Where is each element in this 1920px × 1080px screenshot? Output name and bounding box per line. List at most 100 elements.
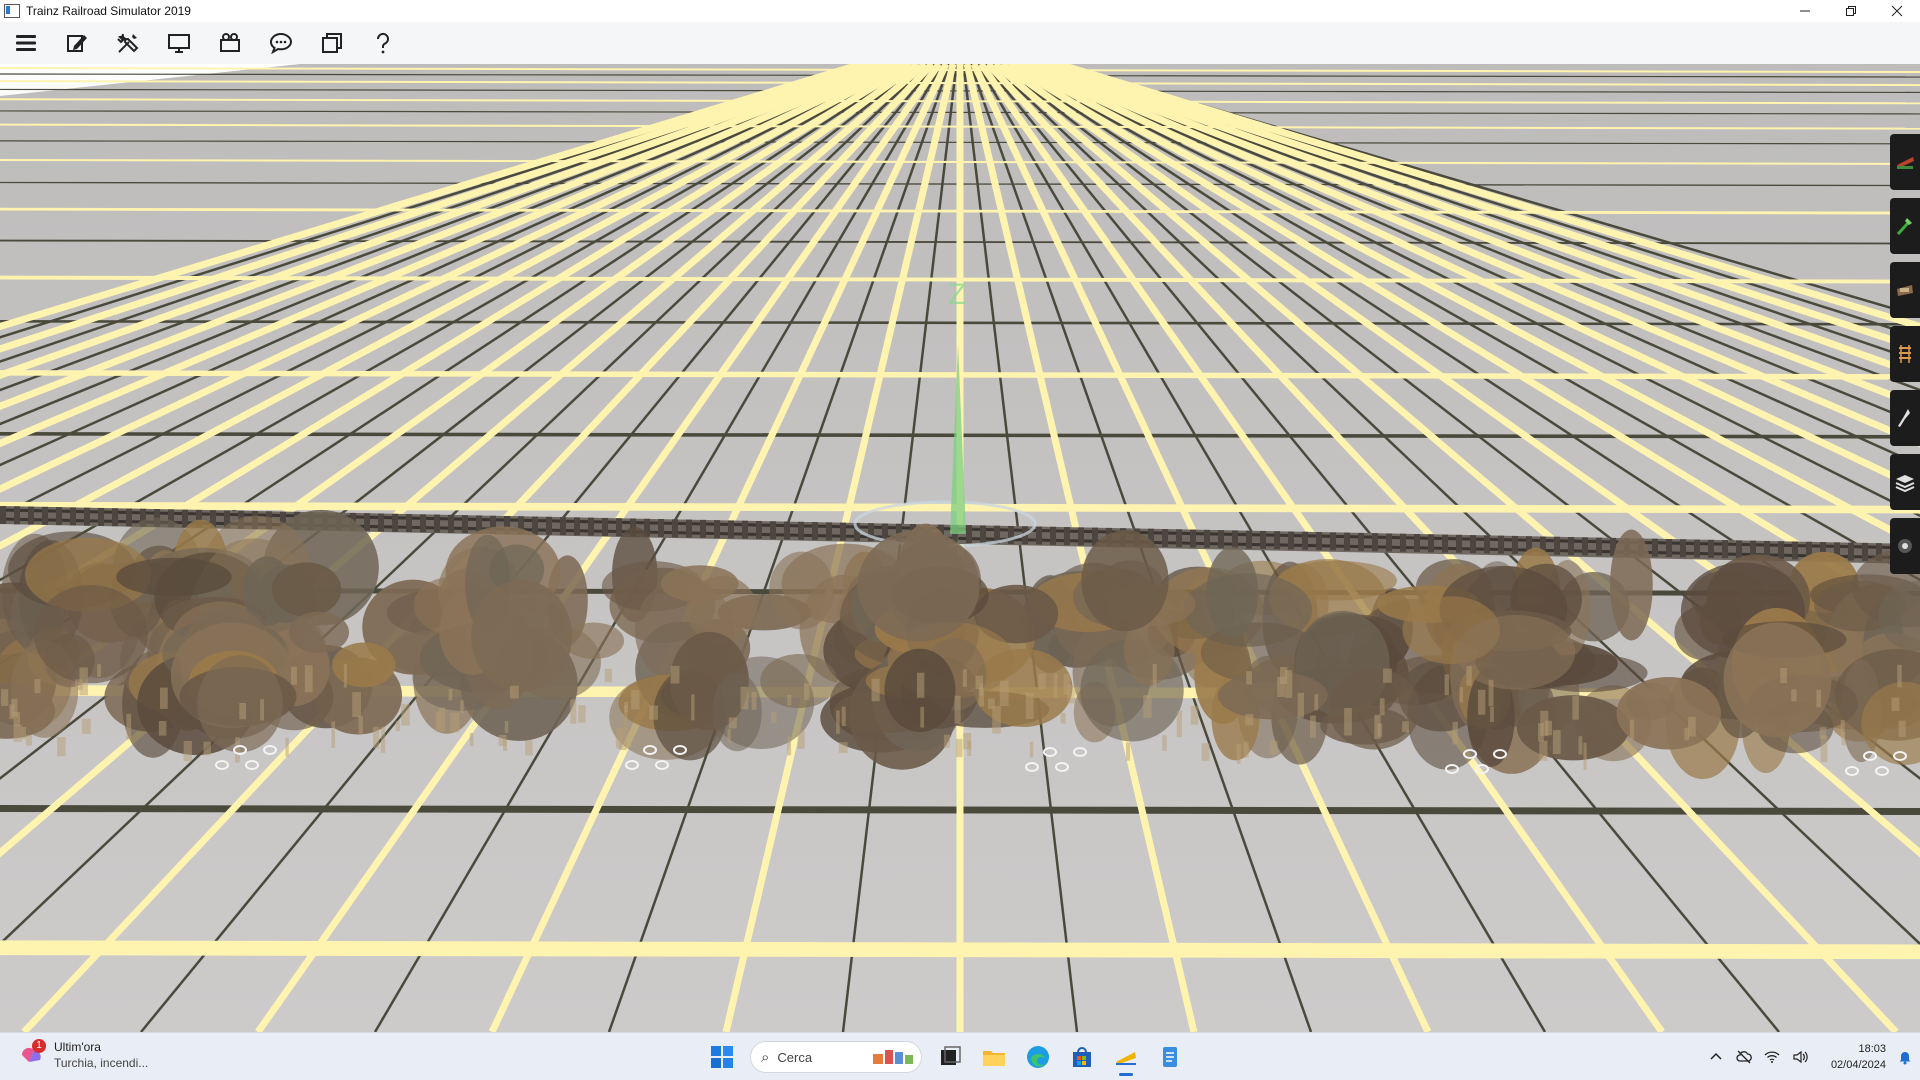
track-sleeper bbox=[126, 508, 132, 527]
bell-icon bbox=[1899, 1052, 1911, 1065]
help-button[interactable] bbox=[357, 22, 408, 64]
dry-grass bbox=[649, 705, 658, 720]
taskbar-clock[interactable]: 18:03 02/04/2024 bbox=[1814, 1041, 1890, 1073]
monitor-icon bbox=[167, 34, 190, 53]
track-sleeper bbox=[42, 506, 48, 525]
dry-grass bbox=[999, 680, 1009, 706]
dry-grass bbox=[1143, 695, 1152, 718]
dry-grass bbox=[1060, 712, 1066, 724]
dry-grass bbox=[1383, 668, 1392, 683]
palette-track-button[interactable] bbox=[1890, 326, 1920, 382]
track-sleeper bbox=[1302, 531, 1308, 550]
news-widget[interactable]: 1 Ultim'ora Turchia, incendi... bbox=[18, 1039, 148, 1071]
dry-grass bbox=[1819, 727, 1827, 739]
track-sleeper bbox=[1386, 533, 1392, 552]
news-subtitle: Turchia, incendi... bbox=[54, 1056, 149, 1070]
dry-grass bbox=[1126, 742, 1131, 761]
edit-button[interactable] bbox=[51, 22, 102, 64]
microsoft-store-button[interactable] bbox=[1060, 1037, 1104, 1077]
track-sleeper bbox=[1442, 534, 1448, 553]
track-sleeper bbox=[532, 516, 538, 535]
dry-grass bbox=[504, 720, 509, 733]
file-explorer-icon bbox=[983, 1051, 1005, 1066]
dry-grass bbox=[57, 737, 66, 757]
start-button[interactable] bbox=[700, 1037, 744, 1077]
menu-button[interactable] bbox=[0, 22, 51, 64]
dry-grass bbox=[1310, 715, 1316, 738]
dry-grass bbox=[25, 734, 32, 746]
dry-grass bbox=[740, 686, 749, 710]
notepad-button[interactable] bbox=[1148, 1037, 1192, 1077]
windows-start-icon bbox=[711, 1046, 733, 1068]
restore-button[interactable] bbox=[1828, 0, 1874, 22]
track-sleeper bbox=[14, 506, 20, 525]
palette-trackmark-button[interactable] bbox=[1890, 390, 1920, 446]
dry-grass bbox=[1243, 741, 1249, 758]
dry-grass bbox=[871, 678, 880, 702]
track-sleeper bbox=[378, 513, 384, 532]
notifications-button[interactable] bbox=[1890, 1033, 1920, 1080]
track-sleeper bbox=[1680, 539, 1686, 558]
onedrive-tray-button[interactable] bbox=[1730, 1033, 1758, 1080]
dry-grass bbox=[787, 736, 792, 756]
track-sleeper bbox=[98, 507, 104, 526]
track-sleeper bbox=[1554, 536, 1560, 555]
dry-grass bbox=[1452, 721, 1458, 745]
tools-button[interactable] bbox=[102, 22, 153, 64]
show-hidden-icons-button[interactable] bbox=[1702, 1033, 1730, 1080]
window-title: Trainz Railroad Simulator 2019 bbox=[26, 4, 191, 18]
palette-layers-button[interactable] bbox=[1890, 454, 1920, 510]
dry-grass bbox=[203, 741, 211, 756]
palette-object-button[interactable] bbox=[1890, 262, 1920, 318]
dry-grass bbox=[285, 737, 289, 757]
camera-button[interactable] bbox=[204, 22, 255, 64]
restore-icon bbox=[1846, 6, 1856, 16]
world-viewport[interactable]: Z bbox=[0, 64, 1920, 1032]
palette-settings-button[interactable] bbox=[1890, 518, 1920, 574]
dry-grass bbox=[1029, 741, 1034, 758]
display-button[interactable] bbox=[153, 22, 204, 64]
terrain-scene[interactable]: Z bbox=[0, 64, 1920, 1032]
trainz-app-icon bbox=[1116, 1052, 1136, 1065]
task-view-button[interactable] bbox=[928, 1037, 972, 1077]
track-sleeper bbox=[798, 521, 804, 540]
dry-grass bbox=[804, 683, 810, 701]
track-sleeper bbox=[1358, 532, 1364, 551]
dry-grass bbox=[160, 687, 168, 709]
track-sleeper bbox=[1666, 538, 1672, 557]
palette-train-button[interactable] bbox=[1890, 134, 1920, 190]
palette-terrain-button[interactable] bbox=[1890, 198, 1920, 254]
close-button[interactable] bbox=[1874, 0, 1920, 22]
close-icon bbox=[1891, 5, 1903, 17]
bush bbox=[712, 672, 762, 752]
taskbar-search[interactable]: ⌕ Cerca bbox=[750, 1041, 922, 1073]
file-explorer-button[interactable] bbox=[972, 1037, 1016, 1077]
wifi-tray-button[interactable] bbox=[1758, 1033, 1786, 1080]
bush bbox=[973, 648, 1073, 727]
dry-grass bbox=[448, 689, 453, 701]
trainz-app-button[interactable] bbox=[1104, 1037, 1148, 1077]
dry-grass bbox=[352, 692, 361, 717]
layers-button[interactable] bbox=[306, 22, 357, 64]
dry-grass bbox=[1488, 679, 1494, 707]
dry-grass bbox=[401, 704, 410, 726]
bush bbox=[1723, 622, 1832, 738]
dry-grass bbox=[1540, 710, 1549, 736]
track-sleeper bbox=[770, 521, 776, 540]
track-sleeper bbox=[1400, 533, 1406, 552]
dry-grass bbox=[604, 668, 612, 683]
chat-button[interactable] bbox=[255, 22, 306, 64]
dry-grass bbox=[183, 740, 192, 762]
minimize-button[interactable] bbox=[1782, 0, 1828, 22]
track-sleeper bbox=[1246, 530, 1252, 549]
wifi-icon bbox=[1764, 1051, 1780, 1063]
dry-grass bbox=[260, 699, 264, 721]
dry-grass bbox=[1269, 740, 1278, 755]
bush bbox=[563, 622, 625, 660]
track-sleeper bbox=[966, 525, 972, 544]
edge-browser-button[interactable] bbox=[1016, 1037, 1060, 1077]
track-sleeper bbox=[448, 514, 454, 533]
track-sleeper bbox=[1288, 531, 1294, 550]
task-view-icon bbox=[941, 1046, 961, 1065]
volume-tray-button[interactable] bbox=[1786, 1033, 1814, 1080]
